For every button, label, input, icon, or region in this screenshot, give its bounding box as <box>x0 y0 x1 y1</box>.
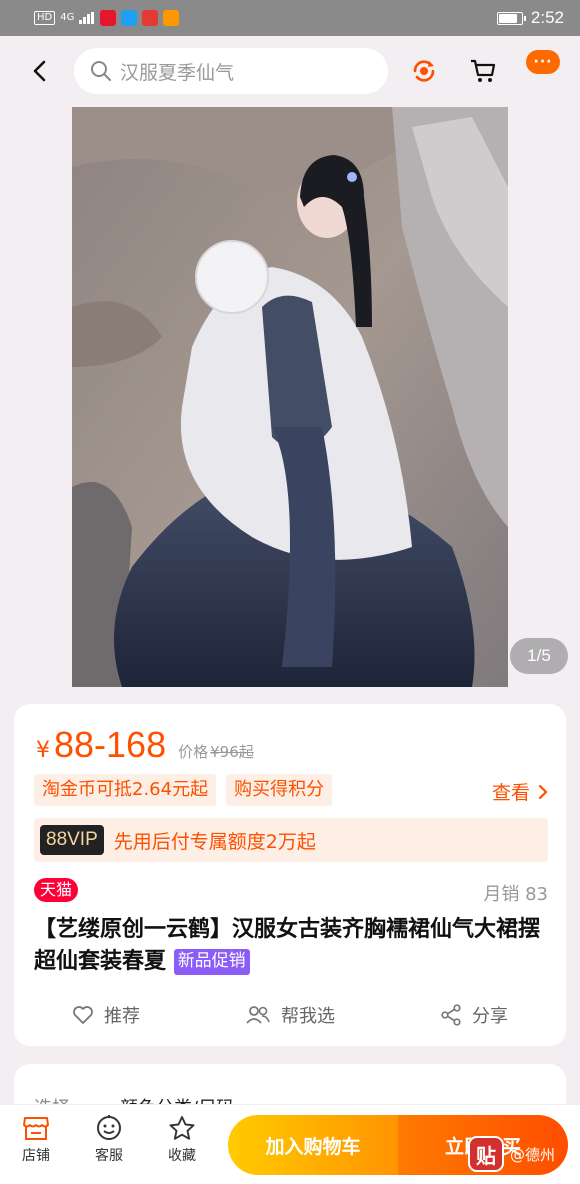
search-placeholder: 汉服夏季仙气 <box>120 61 235 84</box>
monthly-sales: 月销 83 <box>483 884 548 905</box>
back-button[interactable] <box>26 56 52 86</box>
store-icon <box>23 1117 49 1140</box>
watermark-text: @德州 <box>510 1145 556 1164</box>
recommend-button[interactable]: 推荐 <box>14 1000 198 1030</box>
status-icons: HD 4G <box>34 10 180 26</box>
price-range: 88-168 <box>54 724 167 765</box>
heart-icon <box>73 1006 93 1024</box>
status-bar: HD 4G 2:52 <box>0 0 580 36</box>
bulb-app-icon <box>121 10 138 26</box>
product-info-card: ¥ 88-168 价格 ¥96起 淘金币可抵2.64元起 购买得积分 查看 88… <box>14 704 566 1046</box>
recommend-label: 推荐 <box>104 1006 140 1027</box>
refresh-coin-icon <box>413 60 435 82</box>
promo-tag[interactable]: 购买得积分 <box>226 774 333 806</box>
clock: 2:52 <box>530 8 564 27</box>
cart-button[interactable] <box>468 56 498 86</box>
refresh-coin-button[interactable] <box>409 56 439 86</box>
favorite-label: 收藏 <box>168 1148 196 1164</box>
signal-icon <box>79 12 95 24</box>
image-counter: 1/5 <box>510 638 568 674</box>
top-nav: 汉服夏季仙气 ··· <box>0 36 580 106</box>
price-row: ¥ 88-168 价格 ¥96起 <box>36 724 254 766</box>
more-button[interactable]: ··· <box>526 50 560 74</box>
product-title: 【艺缕原创一云鹤】汉服女古装齐胸襦裙仙气大裙摆超仙套装春夏 新品促销 <box>34 914 548 978</box>
search-input[interactable]: 汉服夏季仙气 <box>74 48 388 94</box>
weibo-app-icon <box>100 10 117 26</box>
vip-text: 先用后付专属额度2万起 <box>113 830 316 853</box>
chevron-right-icon <box>538 784 548 799</box>
promo-tag[interactable]: 淘金币可抵2.64元起 <box>34 774 217 806</box>
product-photo[interactable] <box>72 107 508 687</box>
tmall-badge: 天猫 <box>34 878 79 902</box>
share-button[interactable]: 分享 <box>382 1000 566 1030</box>
add-to-cart-button[interactable]: 加入购物车 <box>228 1115 398 1175</box>
customer-service-label: 客服 <box>95 1148 123 1164</box>
promo-tags: 淘金币可抵2.64元起 购买得积分 <box>34 774 333 806</box>
help-me-choose-button[interactable]: 帮我选 <box>198 1000 382 1030</box>
network-type: 4G <box>60 12 75 23</box>
back-arrow-icon <box>33 60 46 82</box>
service-icon <box>97 1115 121 1140</box>
action-row: 推荐 帮我选 分享 <box>14 1000 566 1030</box>
help-me-choose-label: 帮我选 <box>281 1006 335 1027</box>
cart-icon <box>471 59 496 82</box>
original-price-label: 价格 <box>178 743 209 761</box>
price-currency: ¥ <box>36 738 50 763</box>
share-label: 分享 <box>472 1006 508 1027</box>
share-icon <box>441 1004 461 1026</box>
search-icon <box>91 61 111 81</box>
customer-service-button[interactable]: 客服 <box>84 1115 134 1165</box>
book-app-icon <box>142 10 159 26</box>
hd-indicator: HD <box>34 11 56 25</box>
new-promo-badge: 新品促销 <box>173 949 250 975</box>
watermark: 贴 @德州 <box>468 1136 555 1172</box>
vip-badge: 88VIP <box>40 825 104 855</box>
store-label: 店铺 <box>22 1148 50 1164</box>
product-title-text: 【艺缕原创一云鹤】汉服女古装齐胸襦裙仙气大裙摆超仙套装春夏 <box>34 917 541 974</box>
store-button[interactable]: 店铺 <box>11 1115 61 1165</box>
video-app-icon <box>163 10 180 26</box>
users-icon <box>246 1006 270 1024</box>
original-price: ¥96起 <box>210 743 254 761</box>
hanfu-model-photo <box>72 107 508 687</box>
vip-banner[interactable]: 88VIP 先用后付专属额度2万起 <box>34 818 548 862</box>
favorite-button[interactable]: 收藏 <box>157 1115 207 1165</box>
see-more-label: 查看 <box>491 782 530 804</box>
see-more-link[interactable]: 查看 <box>492 778 548 805</box>
watermark-logo: 贴 <box>468 1136 504 1172</box>
battery-icon <box>496 11 526 25</box>
star-icon <box>169 1116 195 1140</box>
